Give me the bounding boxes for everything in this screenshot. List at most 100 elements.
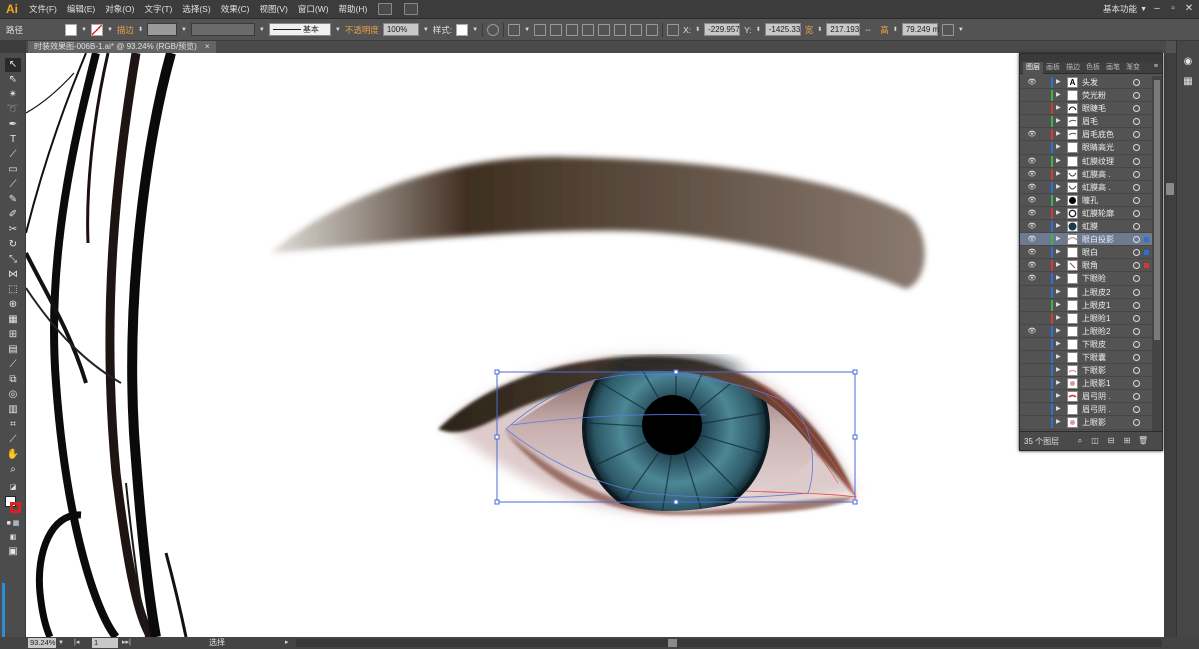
tab-gradient[interactable]: 渐变: [1123, 62, 1143, 74]
target-circle-icon[interactable]: [1133, 340, 1140, 348]
recolor-artwork-icon[interactable]: [487, 23, 500, 36]
expand-triangle-icon[interactable]: ▶: [1056, 168, 1061, 181]
visibility-eye-icon[interactable]: 👁: [1026, 195, 1038, 206]
expand-triangle-icon[interactable]: ▶: [1056, 390, 1061, 403]
layer-name[interactable]: 眉弓阴 .: [1082, 403, 1110, 416]
visibility-eye-icon[interactable]: 👁: [1026, 247, 1038, 258]
stroke-swatch[interactable]: [90, 23, 103, 36]
expand-triangle-icon[interactable]: ▶: [1056, 207, 1061, 220]
artboard-tool-icon[interactable]: ⌗: [5, 418, 21, 432]
visibility-eye-icon[interactable]: [1026, 404, 1038, 415]
layer-row[interactable]: 👁 ▶ 虹膜高 .: [1020, 168, 1152, 181]
bridge-icon[interactable]: [378, 3, 393, 15]
target-circle-icon[interactable]: [1133, 170, 1140, 178]
layer-name[interactable]: 上眼睑2: [1082, 325, 1110, 338]
layer-row[interactable]: ▶ 上眼睑1: [1020, 312, 1152, 325]
chevron-down-icon[interactable]: ▼: [181, 27, 187, 33]
expand-triangle-icon[interactable]: ▶: [1056, 325, 1061, 338]
new-sublayer-icon[interactable]: ⊟: [1106, 436, 1116, 446]
visibility-eye-icon[interactable]: [1026, 116, 1038, 127]
target-circle-icon[interactable]: [1133, 314, 1140, 322]
menu-effect[interactable]: 效果(C): [216, 0, 255, 19]
variable-width-field[interactable]: [190, 23, 255, 36]
screen-mode-icon[interactable]: ▣: [5, 545, 21, 559]
close-icon[interactable]: ✕: [1183, 3, 1195, 15]
delete-layer-icon[interactable]: 🗑: [1138, 436, 1148, 446]
chevron-down-icon[interactable]: ▼: [1140, 0, 1147, 19]
expand-triangle-icon[interactable]: ▶: [1056, 102, 1061, 115]
layer-row[interactable]: ▶ 荧光粉: [1020, 89, 1152, 103]
target-circle-icon[interactable]: [1133, 275, 1140, 283]
layer-name[interactable]: 瞳孔: [1082, 194, 1098, 207]
paintbrush-tool-icon[interactable]: ⟋: [5, 178, 21, 192]
expand-triangle-icon[interactable]: ▶: [1056, 141, 1061, 154]
panel-menu-icon[interactable]: ≡: [1154, 63, 1158, 70]
target-circle-icon[interactable]: [1133, 131, 1140, 139]
layer-row[interactable]: 👁 ▶ 上眼睑2: [1020, 325, 1152, 338]
expand-triangle-icon[interactable]: ▶: [1056, 128, 1061, 141]
reference-point-icon[interactable]: [667, 23, 680, 36]
distribute-icon[interactable]: [630, 23, 643, 36]
menu-edit[interactable]: 编辑(E): [62, 0, 100, 19]
align-right-icon[interactable]: [566, 23, 579, 36]
expand-triangle-icon[interactable]: ▶: [1056, 416, 1061, 429]
menu-object[interactable]: 对象(O): [100, 0, 139, 19]
color-mode-icon[interactable]: ■ ▦ ▨: [5, 517, 21, 541]
target-circle-icon[interactable]: [1133, 223, 1140, 231]
visibility-eye-icon[interactable]: [1026, 378, 1038, 389]
new-layer-icon[interactable]: ⊞: [1122, 436, 1132, 446]
expand-triangle-icon[interactable]: ▶: [1056, 155, 1061, 168]
tab-swatches[interactable]: 色板: [1083, 62, 1103, 74]
layer-row[interactable]: 👁 ▶ 眼角: [1020, 259, 1152, 273]
layer-name[interactable]: 下眼囊: [1082, 351, 1106, 364]
layers-scroll-thumb[interactable]: [1154, 80, 1160, 340]
stepper-icon[interactable]: ⬍: [893, 26, 898, 33]
target-circle-icon[interactable]: [1133, 209, 1140, 217]
align-left-icon[interactable]: [534, 23, 547, 36]
swatches-panel-icon[interactable]: ▦: [1181, 75, 1195, 89]
align-bottom-icon[interactable]: [614, 23, 627, 36]
zoom-field[interactable]: 93.24%: [28, 638, 56, 648]
visibility-eye-icon[interactable]: [1026, 300, 1038, 311]
x-field[interactable]: -229.957: [704, 23, 741, 36]
expand-triangle-icon[interactable]: ▶: [1056, 181, 1061, 194]
layer-name[interactable]: 眼角: [1082, 259, 1098, 272]
magic-wand-tool-icon[interactable]: ✴: [5, 88, 21, 102]
close-icon[interactable]: ×: [205, 42, 210, 51]
vertical-scroll-thumb[interactable]: [1166, 183, 1174, 195]
layer-name[interactable]: 眼白: [1082, 246, 1098, 259]
pen-tool-icon[interactable]: ✒: [5, 118, 21, 132]
hand-tool-icon[interactable]: ✋: [5, 448, 21, 462]
link-icon[interactable]: ⇔: [864, 24, 876, 36]
selection-tool-icon[interactable]: ↖: [5, 58, 21, 72]
layer-name[interactable]: 虹膜高 .: [1082, 168, 1110, 181]
layer-name[interactable]: 眉毛底色: [1082, 128, 1114, 141]
expand-triangle-icon[interactable]: ▶: [1056, 115, 1061, 128]
chevron-down-icon[interactable]: ▼: [335, 27, 341, 33]
layer-name[interactable]: 下眼睑: [1082, 272, 1106, 285]
layer-row[interactable]: 👁 ▶ 眼白: [1020, 246, 1152, 260]
chevron-down-icon[interactable]: ▼: [524, 27, 530, 33]
chevron-down-icon[interactable]: ▼: [107, 27, 113, 33]
color-panel-icon[interactable]: ◉: [1181, 55, 1195, 69]
stepper-icon[interactable]: ⬍: [756, 26, 761, 33]
mesh-tool-icon[interactable]: ⊞: [5, 328, 21, 342]
minimize-icon[interactable]: –: [1151, 3, 1163, 15]
graph-tool-icon[interactable]: ▥: [5, 403, 21, 417]
height-field[interactable]: 79.249 m: [901, 23, 939, 36]
layer-name[interactable]: 眼白投影: [1082, 233, 1114, 246]
locate-object-icon[interactable]: ⌕: [1075, 436, 1085, 446]
menu-help[interactable]: 帮助(H): [334, 0, 373, 19]
target-circle-icon[interactable]: [1133, 79, 1140, 86]
stroke-weight-field[interactable]: [146, 23, 177, 36]
chevron-down-icon[interactable]: ▼: [958, 27, 964, 33]
layer-name[interactable]: 上眼影: [1082, 416, 1106, 429]
target-circle-icon[interactable]: [1133, 262, 1140, 270]
direct-selection-tool-icon[interactable]: ⇖: [5, 73, 21, 87]
fill-swatch[interactable]: [65, 23, 78, 36]
target-circle-icon[interactable]: [1133, 419, 1140, 427]
arrange-documents-icon[interactable]: [404, 3, 419, 15]
align-to-icon[interactable]: [508, 23, 521, 36]
visibility-eye-icon[interactable]: 👁: [1026, 221, 1038, 232]
layer-row[interactable]: ▶ 上眼影1: [1020, 377, 1152, 391]
